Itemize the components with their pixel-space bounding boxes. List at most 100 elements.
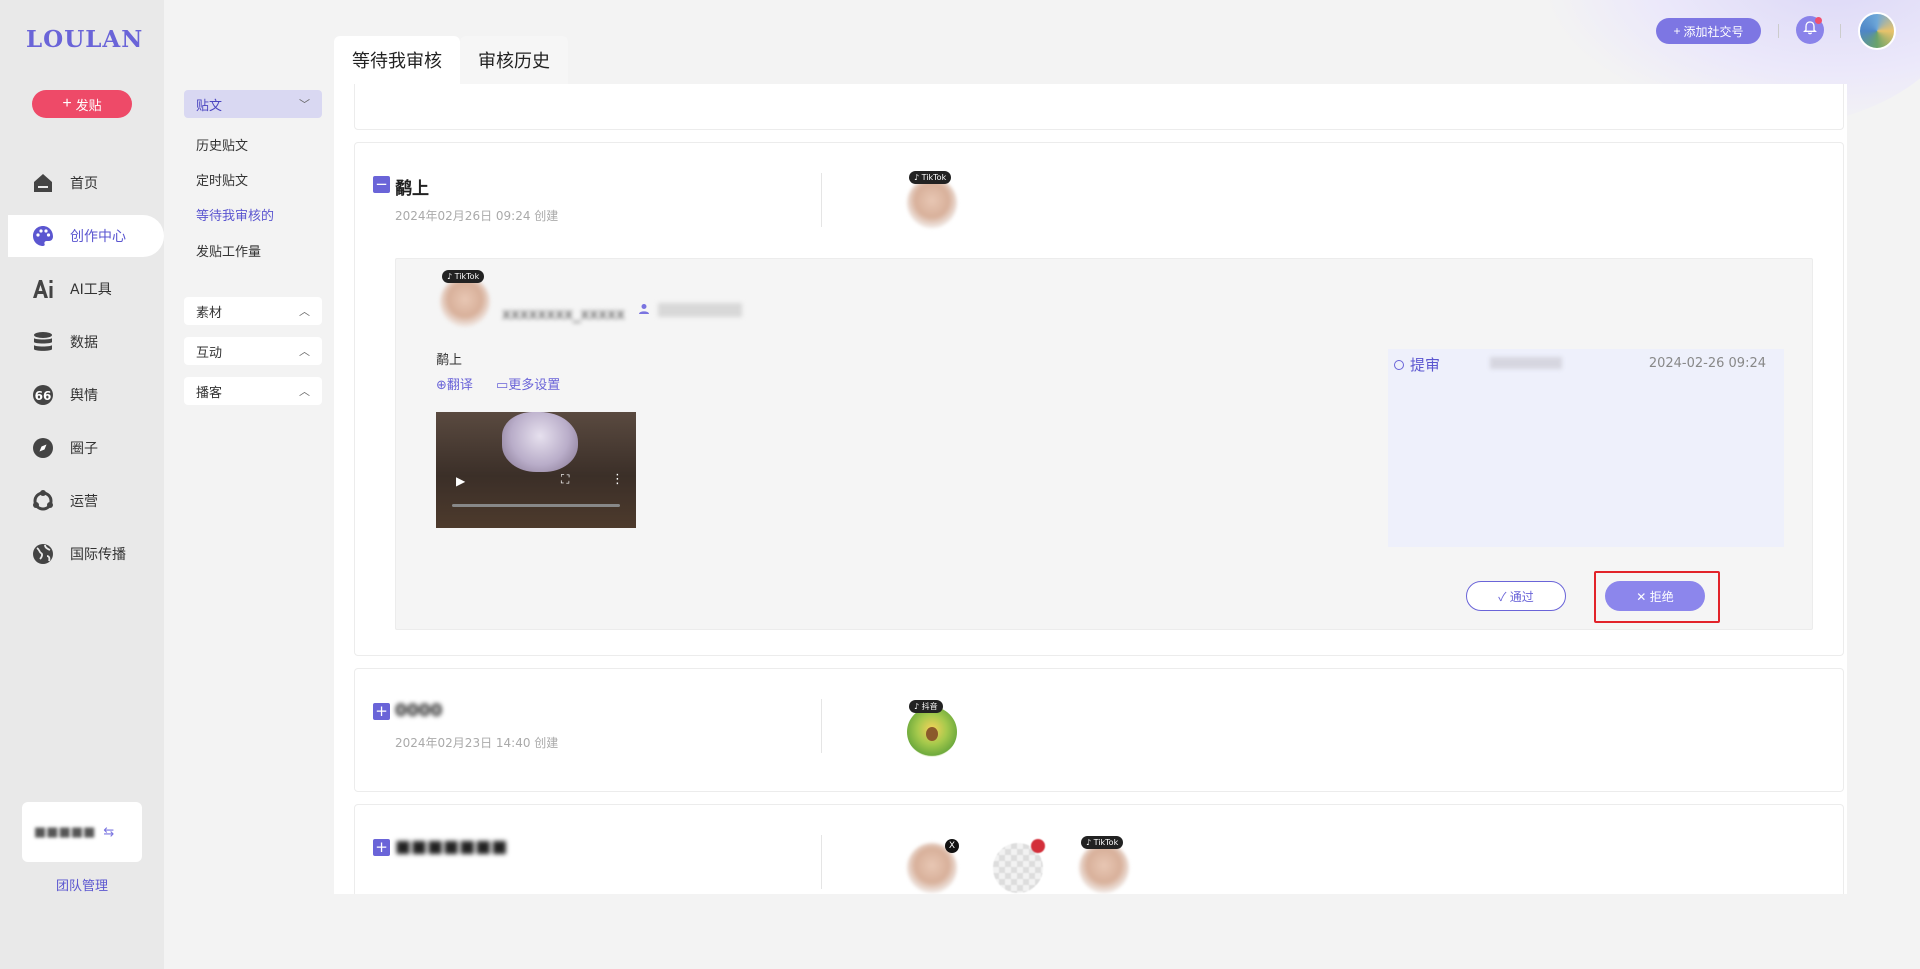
post-detail: ♪ TikTok xxxxxxxx_xxxxx 鹬上 ⊕翻译 ▭更多设置 ▶ ⛶… (395, 258, 1813, 630)
new-post-button[interactable]: + 发贴 (32, 90, 132, 118)
post-title: ■■■■■■■ (395, 837, 508, 857)
platform-label: TikTok (454, 272, 480, 281)
nav-label-creation-center: 创作中心 (70, 229, 126, 245)
subnav-section-interaction[interactable]: 互动 ︿ (184, 337, 322, 365)
account-avatar[interactable]: ♪ 抖音 (907, 700, 957, 757)
translate-link[interactable]: ⊕翻译 (436, 374, 473, 393)
fullscreen-icon[interactable]: ⛶ (561, 472, 569, 487)
home-icon (30, 170, 56, 196)
post-title: 鹬上 (395, 179, 429, 199)
subnav-link-history[interactable]: 历史贴文 (196, 135, 248, 154)
subnav-section-label: 素材 (196, 305, 223, 321)
x-twitter-icon: X (945, 839, 959, 853)
notification-button[interactable] (1796, 16, 1824, 44)
review-submitter (1490, 357, 1562, 369)
expand-toggle[interactable]: + (373, 839, 390, 856)
header-divider (1840, 24, 1841, 38)
nav-item-creation-center[interactable]: 创作中心 (8, 215, 164, 257)
swap-icon[interactable]: ⇆ (103, 825, 114, 840)
nav-label-global-comm: 国际传播 (70, 547, 126, 563)
ai-icon (30, 276, 56, 302)
collapse-toggle[interactable]: − (373, 176, 390, 193)
nav-item-ai-tools[interactable]: AI工具 (0, 268, 164, 310)
account-avatar-tiktok[interactable]: ♪ TikTok (1079, 836, 1129, 893)
subnav-link-pending-review[interactable]: 等待我审核的 (196, 205, 274, 224)
weibo-icon (1031, 839, 1045, 853)
nav-item-public-opinion[interactable]: 66 舆情 (0, 374, 164, 416)
add-social-account-button[interactable]: + 添加社交号 (1656, 18, 1761, 44)
header-divider (1778, 24, 1779, 38)
account-avatar-placeholder[interactable] (993, 839, 1045, 893)
nav-label-home: 首页 (70, 176, 98, 192)
platform-label: 抖音 (921, 702, 938, 711)
created-date: 2024年02月26日 09:24 创建 (395, 209, 559, 223)
account-avatar[interactable]: ♪ TikTok (907, 171, 957, 228)
play-icon[interactable]: ▶ (456, 474, 465, 488)
expand-toggle[interactable]: + (373, 703, 390, 720)
review-timestamp: 2024-02-26 09:24 (1648, 356, 1766, 371)
subnav-section-posts[interactable]: 贴文 ﹀ (184, 90, 322, 118)
comment-icon: ▭ (496, 378, 509, 393)
nav-label-circles: 圈子 (70, 441, 98, 457)
tiktok-badge: ♪ TikTok (442, 270, 485, 283)
review-card-partial (354, 84, 1844, 130)
approve-button[interactable]: ✓ 通过 (1466, 581, 1566, 611)
platform-label: TikTok (1093, 838, 1119, 847)
nav-label-operations: 运营 (70, 494, 98, 510)
review-tabs: 等待我审核 审核历史 (334, 36, 568, 84)
video-progress-bar[interactable] (452, 504, 620, 507)
sub-sidebar: 贴文 ﹀ 历史贴文 定时贴文 等待我审核的 发贴工作量 素材 ︿ 互动 ︿ 播客… (176, 0, 326, 969)
team-name: ■■■■■ (34, 824, 96, 840)
avatar-image (907, 178, 957, 228)
user-icon (638, 303, 650, 319)
subnav-section-label: 播客 (196, 385, 223, 401)
check-icon: ✓ (1498, 589, 1507, 604)
nav-item-global-comm[interactable]: 国际传播 (0, 533, 164, 575)
more-settings-label: 更多设置 (508, 378, 561, 393)
review-card: + 0000 2024年02月23日 14:40 创建 ♪ 抖音 (354, 668, 1844, 792)
main-nav: 首页 创作中心 AI工具 数据 66 舆情 圈子 运营 国际传播 (0, 162, 164, 586)
more-options-icon[interactable]: ⋮ (611, 472, 624, 487)
card-divider (821, 835, 822, 889)
subnav-link-workload[interactable]: 发贴工作量 (196, 241, 261, 260)
subnav-section-podcast[interactable]: 播客 ︿ (184, 377, 322, 405)
poster-avatar[interactable]: ♪ TikTok (440, 270, 490, 327)
plus-icon: + (62, 95, 72, 112)
avatar-image (1079, 843, 1129, 893)
translate-label: 翻译 (446, 378, 473, 393)
reject-button[interactable]: ✕ 拒绝 (1605, 581, 1705, 611)
review-card: − 鹬上 2024年02月26日 09:24 创建 ♪ TikTok ♪ Tik… (354, 142, 1844, 656)
more-settings-link[interactable]: ▭更多设置 (496, 374, 560, 393)
post-content: 鹬上 (436, 353, 463, 368)
tiktok-badge: ♪ TikTok (909, 171, 952, 184)
svg-text:66: 66 (35, 389, 52, 403)
chevron-up-icon: ︿ (299, 385, 310, 398)
account-avatar-x[interactable]: X (907, 839, 959, 893)
team-management-link[interactable]: 团队管理 (22, 875, 142, 894)
subnav-section-label: 互动 (196, 345, 223, 361)
plus-icon: + (1673, 24, 1681, 38)
subnav-link-scheduled[interactable]: 定时贴文 (196, 170, 248, 189)
tab-pending-review[interactable]: 等待我审核 (334, 36, 460, 84)
operations-icon (30, 488, 56, 514)
tab-review-history[interactable]: 审核历史 (460, 36, 568, 84)
review-card: + ■■■■■■■ X ♪ TikTok (354, 804, 1844, 894)
team-switcher[interactable]: ■■■■■ ⇆ (22, 802, 142, 862)
nav-item-circles[interactable]: 圈子 (0, 427, 164, 469)
nav-item-home[interactable]: 首页 (0, 162, 164, 204)
video-player[interactable]: ▶ ⛶ ⋮ (436, 412, 636, 528)
nav-label-data: 数据 (70, 335, 98, 351)
chevron-up-icon: ︿ (299, 345, 310, 358)
globe-icon: ⊕ (436, 378, 447, 393)
timeline-dot-icon (1394, 360, 1404, 370)
approve-label: 通过 (1509, 589, 1534, 604)
post-title: 0000 (395, 701, 443, 721)
created-date: 2024年02月23日 14:40 创建 (395, 736, 559, 750)
nav-item-operations[interactable]: 运营 (0, 480, 164, 522)
avatar-image (440, 277, 490, 327)
app-logo[interactable]: LOULAN (26, 26, 143, 53)
user-avatar[interactable] (1858, 12, 1896, 50)
nav-item-data[interactable]: 数据 (0, 321, 164, 363)
subnav-section-materials[interactable]: 素材 ︿ (184, 297, 322, 325)
chevron-up-icon: ︿ (299, 305, 310, 318)
